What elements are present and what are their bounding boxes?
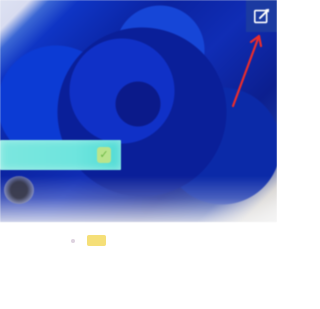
check-icon: ✓ [97,147,111,163]
post-metadata-row [8,235,158,249]
edit-icon [253,8,270,23]
text-overlay-banner[interactable]: ✓ [0,140,121,170]
post-preview-screen: ✓ [0,0,277,309]
bottom-caption-text [14,292,42,304]
status-badge [87,235,106,246]
overlay-text [14,147,86,163]
photo-shadow [4,176,34,204]
metadata-text [8,235,58,247]
separator-dot [71,239,75,243]
blue-rose-photo[interactable]: ✓ [0,0,277,222]
red-arrow-annotation [231,34,263,108]
secondary-text [7,254,39,266]
